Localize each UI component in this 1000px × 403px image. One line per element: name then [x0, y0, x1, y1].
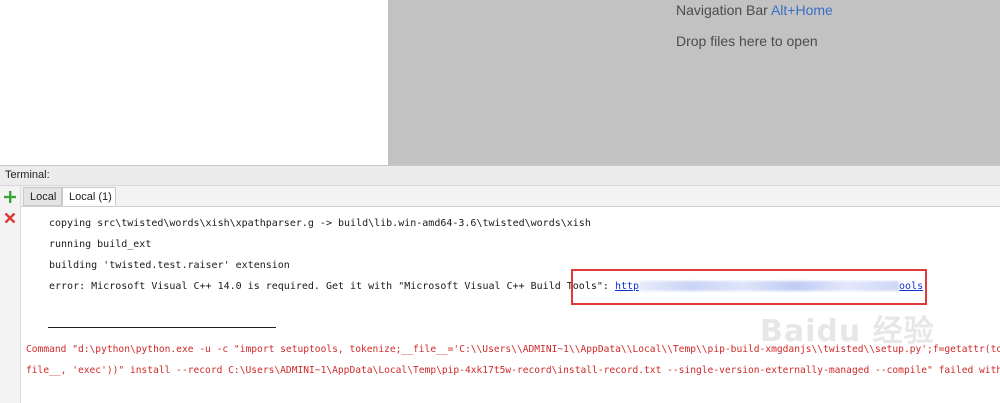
output-line: running build_ext: [49, 239, 152, 250]
output-line: copying src\twisted\words\xish\xpathpars…: [49, 218, 591, 229]
terminal-toolbar: [0, 186, 21, 403]
terminal-title: Terminal:: [5, 169, 50, 181]
project-panel-empty: [0, 0, 388, 165]
add-icon[interactable]: [2, 189, 18, 205]
output-separator: [48, 327, 276, 328]
ide-window: Navigation Bar Alt+Home Drop files here …: [0, 0, 1000, 403]
command-error-line: Command "d:\python\python.exe -u -c "imp…: [26, 344, 1000, 355]
navigation-bar-hint: Navigation Bar Alt+Home: [676, 2, 833, 18]
error-message: error: Microsoft Visual C++ 14.0 is requ…: [49, 281, 615, 292]
navigation-bar-label: Navigation Bar: [676, 2, 771, 18]
terminal-header: Terminal:: [0, 165, 1000, 186]
close-icon[interactable]: [2, 210, 18, 226]
tab-local[interactable]: Local: [23, 187, 62, 206]
empty-editor-area: Navigation Bar Alt+Home Drop files here …: [388, 0, 1000, 165]
terminal-tab-bar: Local Local (1): [21, 186, 1000, 207]
navigation-bar-shortcut: Alt+Home: [770, 2, 833, 18]
highlight-box: [571, 269, 927, 305]
command-error-line: file__, 'exec'))" install --record C:\Us…: [26, 365, 1000, 376]
terminal-output[interactable]: copying src\twisted\words\xish\xpathpars…: [21, 207, 1000, 403]
output-line: building 'twisted.test.raiser' extension: [49, 260, 290, 271]
tab-local-1[interactable]: Local (1): [62, 187, 116, 206]
drop-files-hint: Drop files here to open: [676, 33, 818, 49]
